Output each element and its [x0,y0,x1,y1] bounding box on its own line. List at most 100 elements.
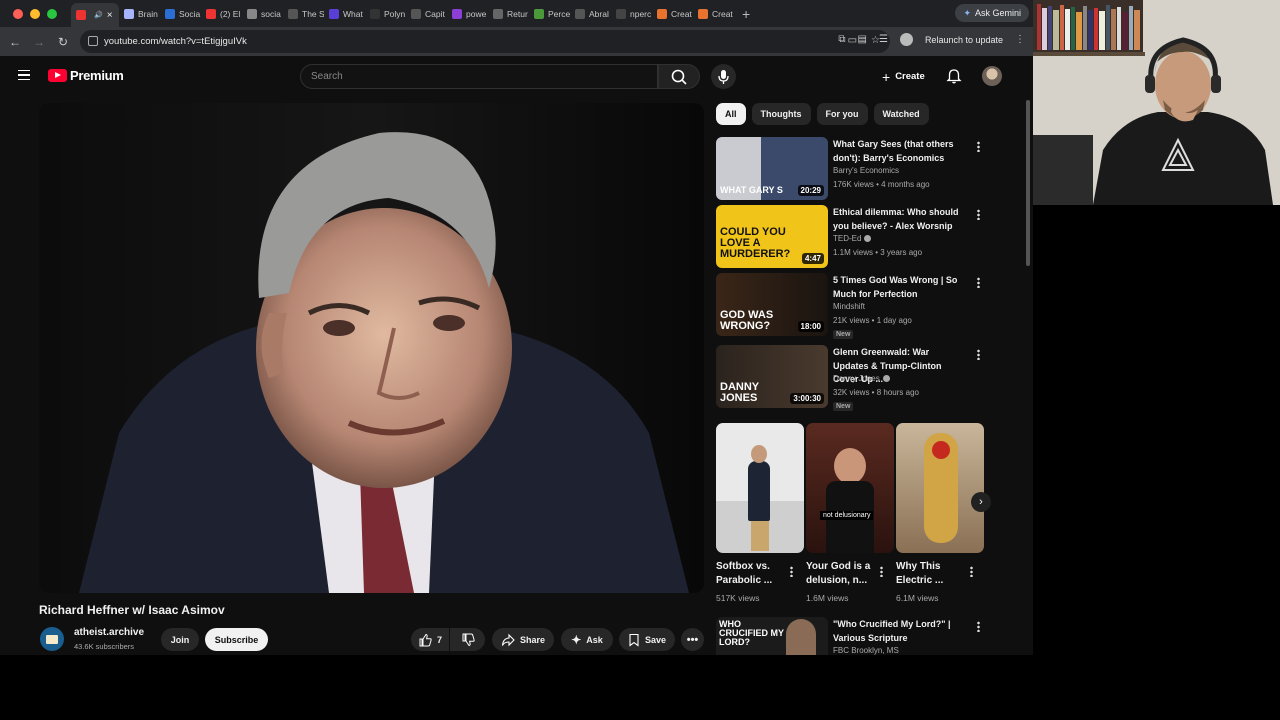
more-options-icon[interactable] [977,141,980,152]
recommendation-item[interactable]: COULD YOU LOVE A MURDERER? 4:47 Ethical di… [716,205,986,269]
browser-tab[interactable]: Polyn [365,3,406,25]
short-thumbnail[interactable]: not delusionary [806,423,894,553]
short-title[interactable]: Softbox vs. Parabolic ... [716,560,786,588]
recommendation-channel[interactable]: TED-Ed [833,234,872,243]
ask-gemini-label: Ask Gemini [974,8,1021,18]
short-title[interactable]: Your God is a delusion, n... [806,560,876,588]
back-button[interactable]: ← [3,35,27,49]
browser-tab[interactable]: nperc [611,3,652,25]
search-input[interactable]: Search [300,64,658,89]
filter-chip[interactable]: All [716,103,746,125]
save-button[interactable]: Save [619,628,675,651]
account-avatar[interactable] [982,66,1002,86]
create-button[interactable]: + Create [872,64,935,89]
close-window-button[interactable] [13,8,23,19]
reload-button[interactable]: ↻ [51,35,75,49]
ask-button[interactable]: ✦ Ask [561,628,613,651]
close-tab-icon[interactable]: × [107,10,113,21]
subscribe-button[interactable]: Subscribe [205,628,268,651]
microphone-icon [718,70,729,84]
more-options-icon[interactable] [977,349,980,360]
tab-label: Perce [548,8,570,19]
more-options-icon[interactable] [977,209,980,220]
shorts-next-button[interactable]: › [971,492,991,512]
menu-hamburger-icon[interactable] [18,70,30,80]
sidebar-scrollbar[interactable] [1026,100,1030,266]
thumbs-up-icon [419,633,432,646]
voice-search-button[interactable] [711,64,736,89]
youtube-logo[interactable]: Premium [48,68,124,83]
browser-tab[interactable]: Retur [488,3,529,25]
video-player[interactable] [39,103,704,593]
browser-tab[interactable]: Perce [529,3,570,25]
recommendation-channel[interactable]: Barry's Economics [833,166,899,175]
browser-tab[interactable]: socia [242,3,283,25]
thumbs-down-icon [462,633,475,646]
browser-tab[interactable]: (2) El [201,3,242,25]
bottom-recommendation[interactable]: WHO CRUCIFIED MY LORD? "Who Crucified My… [716,617,986,655]
filter-chip[interactable]: Watched [873,103,929,125]
browser-tab[interactable]: Capit [406,3,447,25]
extensions-icon[interactable]: ⧉ [838,34,845,45]
recommendation-channel[interactable]: Mindshift [833,302,865,311]
short-thumbnail[interactable] [896,423,984,553]
sidepanel-icon[interactable]: ▤ [858,34,867,45]
youtube-header: Premium Search + Create [0,56,1033,98]
premium-logo-text: Premium [70,68,124,83]
browser-tab[interactable]: Creat [652,3,693,25]
search-button[interactable] [658,64,700,89]
tab-label: socia [261,8,281,19]
recommendation-item[interactable]: WHAT GARY S 20:29 What Gary Sees (that oth… [716,137,986,201]
dislike-button[interactable] [450,628,485,651]
browser-menu-icon[interactable]: ⋮ [1015,34,1025,45]
browser-tab[interactable]: What [324,3,365,25]
minimize-window-button[interactable] [30,8,40,19]
filter-chip[interactable]: For you [816,103,868,125]
more-options-icon[interactable] [977,277,980,288]
like-button[interactable]: 7 [411,628,449,651]
browser-tab[interactable]: The S [283,3,324,25]
filter-chip[interactable]: Thoughts [751,103,811,125]
recommendation-meta: 176K views • 4 months ago [833,180,930,189]
browser-tab[interactable]: Socia [160,3,201,25]
site-info-icon[interactable] [88,36,98,46]
short-thumbnail[interactable] [716,423,804,553]
channel-name[interactable]: atheist.archive [74,627,144,638]
share-icon [501,633,515,646]
channel-avatar[interactable] [40,627,64,651]
notifications-bell-icon[interactable] [946,68,962,84]
tab-label: Retur [507,8,528,19]
relaunch-button[interactable]: Relaunch to update [925,35,1003,45]
browser-tab[interactable]: 🔊 × [71,3,119,27]
bottom-rec-more-icon[interactable] [977,621,980,632]
short-more-options-icon[interactable] [970,566,973,577]
tab-label: (2) El [220,8,241,19]
tab-label: Creat [712,8,733,19]
ask-gemini-button[interactable]: ✦ Ask Gemini [955,4,1029,22]
forward-button[interactable]: → [27,35,51,49]
new-badge: New [833,330,854,339]
tab-search-icon[interactable]: ☰ [879,34,888,45]
tab-favicon-icon [165,8,175,19]
browser-tab[interactable]: Creat [693,3,734,25]
join-button[interactable]: Join [161,628,199,651]
ask-label: Ask [586,634,603,645]
profile-avatar-icon[interactable] [899,33,913,46]
filter-chips: All Thoughts For you Watched [716,103,929,125]
recommendation-channel[interactable]: Danny Jones [833,374,890,383]
more-actions-button[interactable]: ••• [681,628,704,651]
recommendation-item[interactable]: GOD WAS WRONG? 18:00 5 Times God Was Wrong… [716,273,986,339]
address-bar[interactable]: youtube.com/watch?v=tEtigjguIVk ▭ ☆ [80,30,890,53]
short-title[interactable]: Why This Electric ... [896,560,966,588]
new-tab-button[interactable]: + [734,6,758,22]
short-more-options-icon[interactable] [880,566,883,577]
browser-tab[interactable]: Brain [119,3,160,25]
browser-tab[interactable]: Abral [570,3,611,25]
recommendation-item[interactable]: DANNY JONES 3:00:30 Glenn Greenwald: War U… [716,345,986,411]
share-button[interactable]: Share [492,628,554,651]
maximize-window-button[interactable] [47,8,57,19]
audio-playing-icon[interactable]: 🔊 [94,11,103,19]
browser-tab[interactable]: powe [447,3,488,25]
short-more-options-icon[interactable] [790,566,793,577]
recommendation-title: 5 Times God Was Wrong | So Much for Perf… [833,275,958,299]
